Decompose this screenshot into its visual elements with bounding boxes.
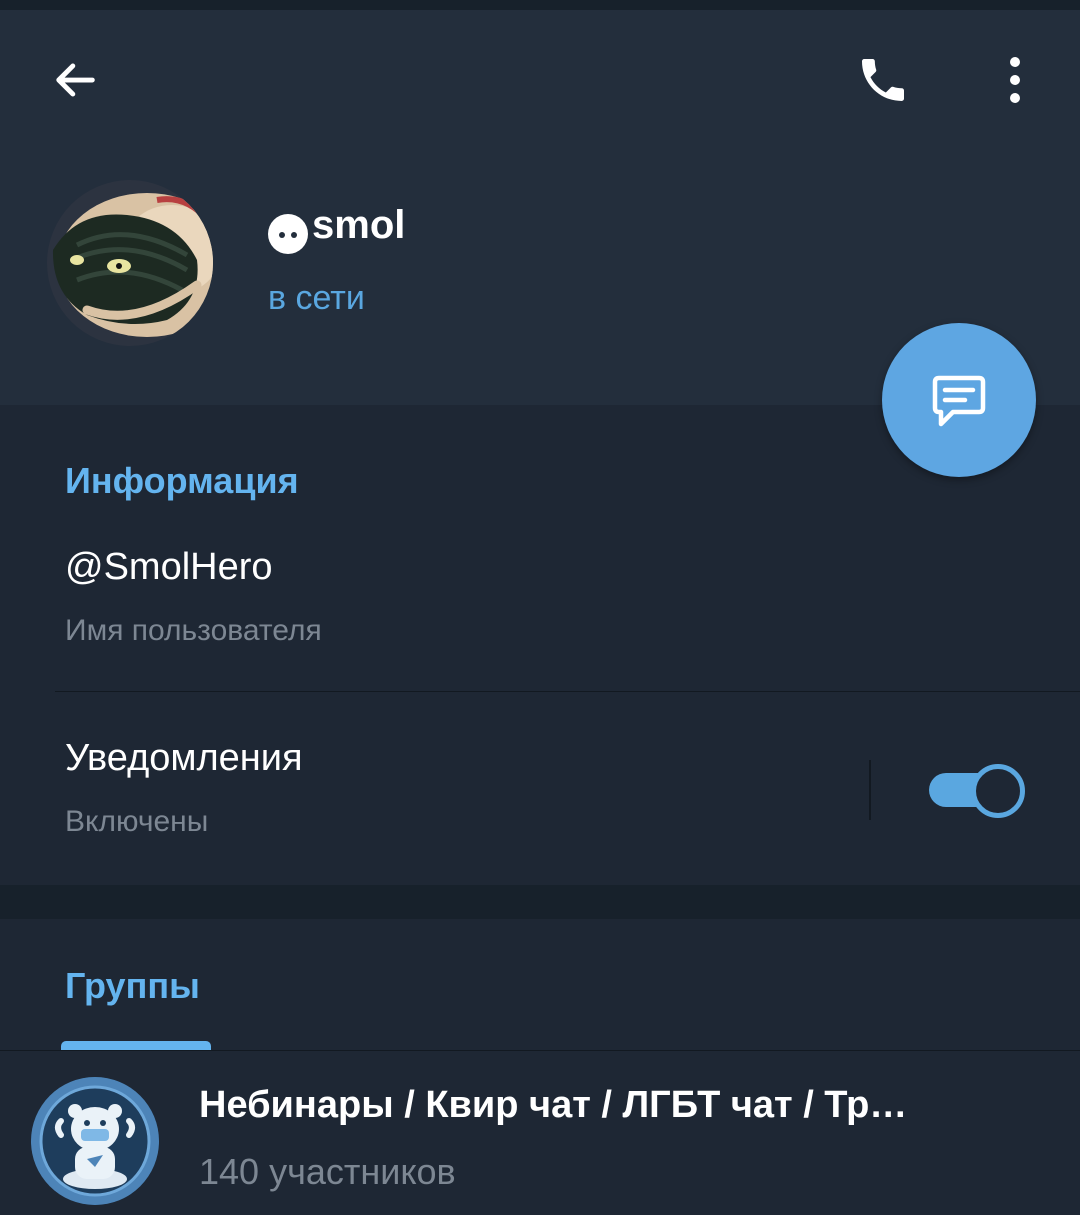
tab-groups[interactable]: Группы xyxy=(65,965,200,1007)
tab-divider xyxy=(0,1050,1080,1051)
phone-icon xyxy=(861,59,904,101)
toggle-knob xyxy=(971,764,1025,818)
more-options-button[interactable] xyxy=(985,45,1045,115)
profile-name-text: smol xyxy=(312,203,406,247)
username-value[interactable]: @SmolHero xyxy=(65,546,273,589)
arrow-left-icon xyxy=(56,63,95,97)
message-icon xyxy=(932,375,986,427)
notifications-status: Включены xyxy=(65,805,209,838)
notifications-toggle[interactable] xyxy=(927,762,1025,818)
status-bar-strip xyxy=(0,0,1080,10)
group-name[interactable]: Небинары / Квир чат / ЛГБТ чат / Тр… xyxy=(199,1084,999,1127)
username-caption: Имя пользователя xyxy=(65,614,322,647)
notifications-label[interactable]: Уведомления xyxy=(65,737,303,780)
info-section-title: Информация xyxy=(65,460,299,501)
group-avatar-image xyxy=(31,1077,159,1205)
online-status: в сети xyxy=(268,279,365,317)
section-gap xyxy=(0,885,1080,919)
tab-indicator xyxy=(61,1041,211,1050)
call-button[interactable] xyxy=(845,45,920,115)
avatar-image xyxy=(47,180,213,346)
divider xyxy=(55,691,1080,692)
emoji-status-icon xyxy=(268,214,308,254)
group-avatar[interactable] xyxy=(31,1077,159,1205)
group-members-count: 140 участников xyxy=(199,1151,456,1192)
vertical-divider xyxy=(869,760,871,820)
send-message-button[interactable] xyxy=(882,323,1036,477)
back-button[interactable] xyxy=(40,45,110,115)
more-vertical-icon xyxy=(1010,57,1020,103)
profile-avatar[interactable] xyxy=(47,180,213,346)
groups-section xyxy=(0,919,1080,1215)
profile-name: smol xyxy=(268,196,405,254)
